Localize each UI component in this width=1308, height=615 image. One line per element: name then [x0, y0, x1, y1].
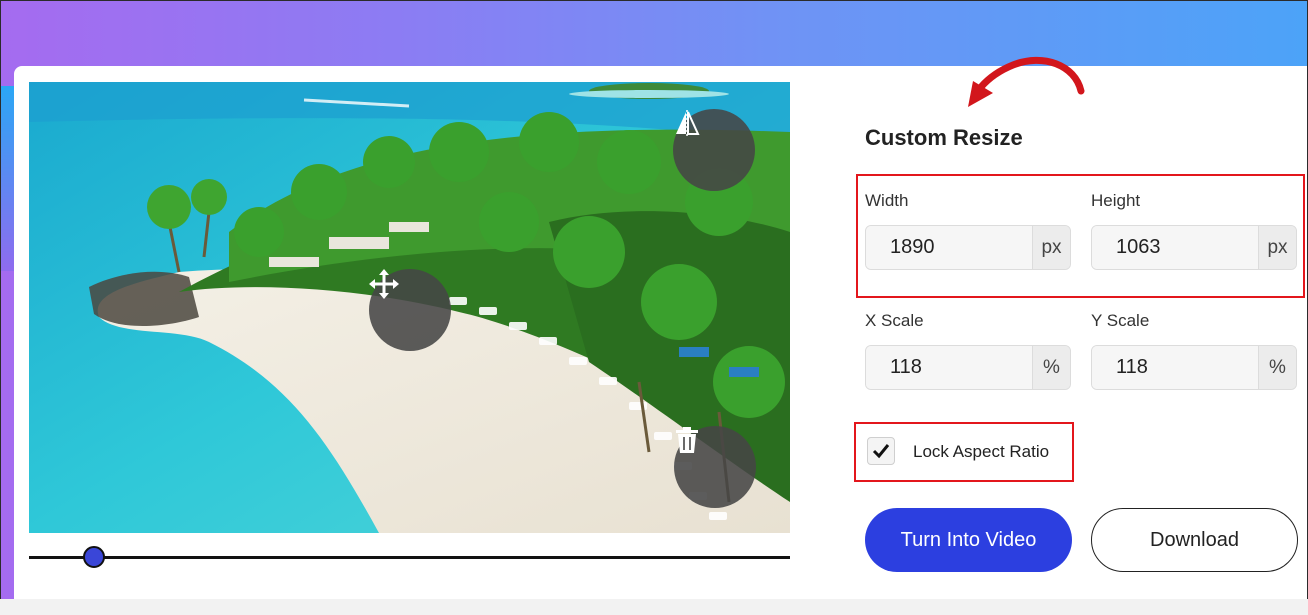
delete-button[interactable] — [674, 426, 756, 508]
download-button[interactable]: Download — [1091, 508, 1298, 572]
x-scale-label: X Scale — [865, 311, 924, 330]
flip-icon — [676, 110, 700, 136]
app-window: Custom Resize Width px Height px X Scale… — [0, 0, 1308, 615]
y-scale-label: Y Scale — [1091, 311, 1150, 330]
y-scale-unit: % — [1258, 346, 1296, 389]
size-highlight-box — [856, 174, 1305, 298]
x-scale-input[interactable] — [866, 346, 1032, 389]
x-scale-unit: % — [1032, 346, 1070, 389]
panel-title: Custom Resize — [865, 125, 1023, 150]
move-button[interactable] — [369, 269, 451, 351]
zoom-slider-track[interactable] — [29, 556, 790, 559]
lock-aspect-checkbox[interactable] — [867, 437, 895, 465]
y-scale-input[interactable] — [1092, 346, 1258, 389]
x-scale-field: % — [865, 345, 1071, 390]
y-scale-field: % — [1091, 345, 1297, 390]
image-preview[interactable] — [29, 82, 790, 533]
flip-button[interactable] — [673, 109, 755, 191]
bottom-band — [0, 599, 1308, 615]
move-icon — [369, 269, 399, 299]
annotation-arrow-icon — [968, 56, 1085, 107]
lock-aspect-label: Lock Aspect Ratio — [913, 442, 1050, 461]
zoom-slider-thumb[interactable] — [82, 546, 105, 568]
background-strip — [1, 86, 15, 271]
checkmark-icon — [872, 444, 890, 459]
turn-into-video-button[interactable]: Turn Into Video — [865, 508, 1072, 572]
trash-icon — [676, 427, 698, 453]
